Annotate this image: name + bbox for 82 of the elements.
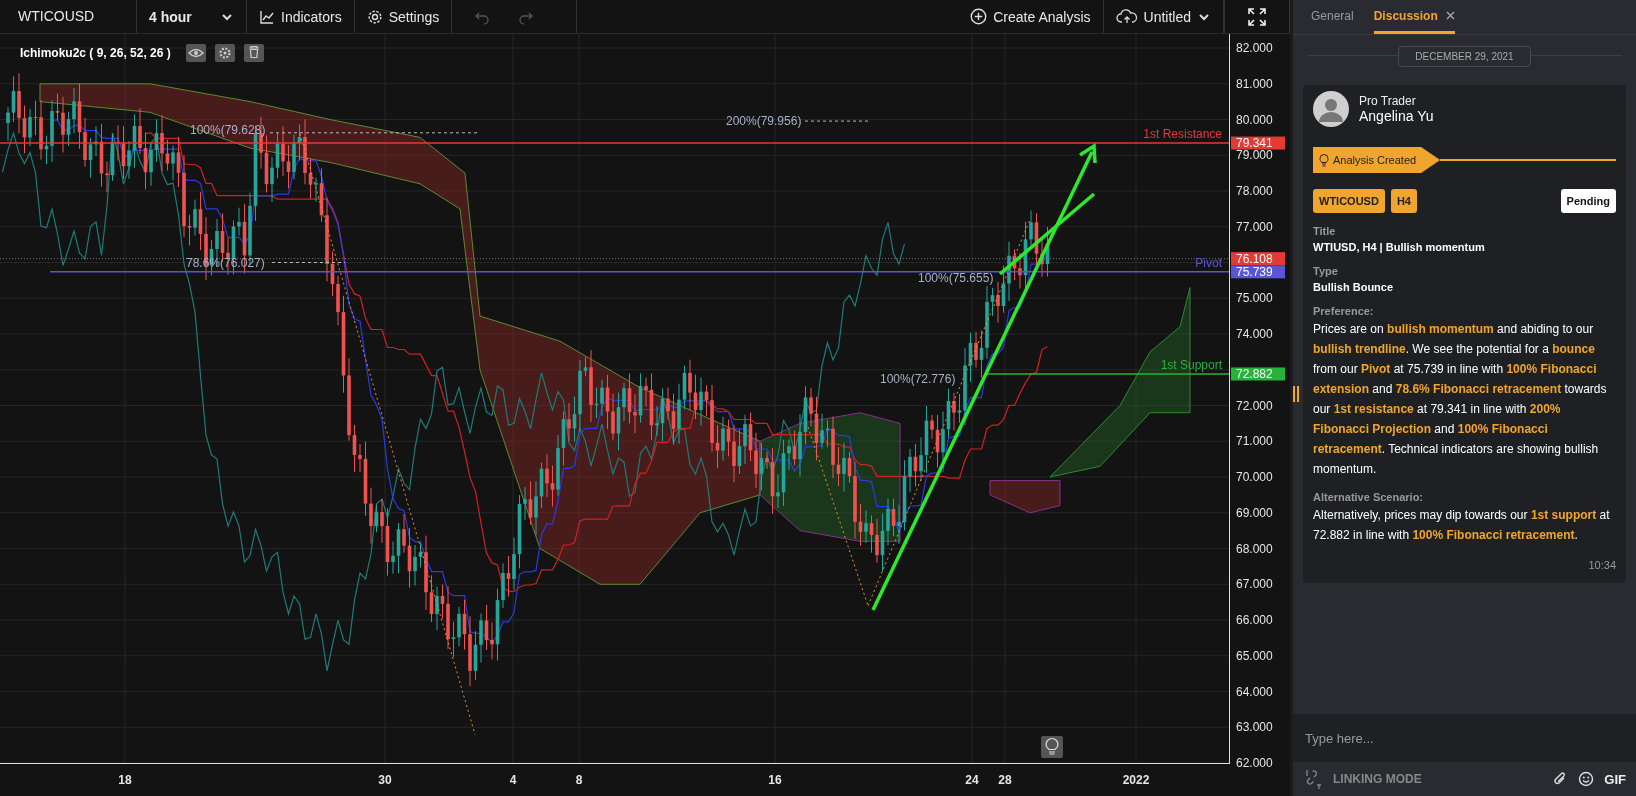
axis-label: 18: [118, 773, 132, 787]
message-time: 10:34: [1588, 559, 1616, 571]
emoji-icon[interactable]: [1578, 771, 1595, 787]
indicators-button[interactable]: Indicators: [247, 0, 355, 33]
field-label: Type: [1313, 265, 1339, 277]
eye-icon[interactable]: [186, 44, 206, 62]
axis-label: 78.000: [1236, 184, 1273, 198]
symbol-tag: WTICOUSD: [1313, 189, 1385, 213]
fibonacci-label: 100%(72.776): [880, 371, 956, 386]
axis-label: 8: [575, 773, 583, 787]
settings-icon: [366, 8, 383, 25]
level-label: 1st Support: [1160, 357, 1222, 372]
message-input[interactable]: Type here...: [1293, 714, 1636, 762]
lightbulb-icon: [1319, 153, 1329, 167]
settings-button[interactable]: Settings: [354, 0, 453, 33]
axis-label: 72.000: [1236, 398, 1273, 413]
axis-label: 79.000: [1236, 148, 1273, 163]
level-label: Pivot: [1195, 255, 1222, 270]
axis-label: 64.000: [1236, 684, 1273, 699]
axis-label: 62.000: [1236, 756, 1273, 770]
status-badge: Pending: [1560, 189, 1616, 213]
field-label: Title: [1313, 225, 1337, 237]
field-value: WTIUSD, H4 | Bullish momentum: [1313, 241, 1486, 253]
cloud-upload-icon: [1115, 8, 1138, 25]
axis-label: 30: [378, 773, 392, 787]
linking-mode-toggle[interactable]: LINKING MODE: [1333, 772, 1422, 786]
axis-label: 24: [965, 773, 979, 787]
level-label: 1st Resistance: [1143, 127, 1222, 142]
field-paragraph: Alternatively, prices may dip towards our 1st support at 72.882 in line with 100% Fibonacci retracement.: [1313, 507, 1611, 544]
panel-tab[interactable]: Discussion: [1373, 0, 1455, 34]
gif-button[interactable]: GIF: [1604, 771, 1626, 787]
field-label: Preference:: [1313, 305, 1375, 317]
axis-label: 71.000: [1236, 434, 1273, 449]
axis-label: 81.000: [1236, 76, 1273, 91]
event-banner: Analysis Created: [1313, 147, 1441, 173]
axis-label: 4: [509, 773, 517, 787]
resize-handle-icon[interactable]: [1293, 386, 1299, 402]
timeframe-dropdown[interactable]: 4 hour: [137, 0, 247, 33]
layout-dropdown[interactable]: Untitled: [1103, 0, 1224, 33]
axis-label: 66.000: [1236, 613, 1273, 627]
trash-icon[interactable]: [244, 44, 264, 62]
date-separator: DECEMBER 29, 2021: [1398, 46, 1531, 67]
price-badge: 72.882: [1231, 367, 1285, 382]
link-icon[interactable]: [1303, 768, 1323, 790]
fibonacci-label: 200%(79.956): [726, 113, 802, 128]
axis-label: 74.000: [1236, 327, 1273, 341]
axis-label: 63.000: [1236, 720, 1273, 735]
price-badge: 75.739: [1231, 265, 1285, 280]
axis-label: 82.000: [1236, 41, 1273, 55]
lightbulb-button[interactable]: [1041, 736, 1063, 758]
axis-label: 2022: [1122, 773, 1150, 787]
axis-label: 77.000: [1236, 219, 1273, 234]
author-role: Pro Trader: [1359, 94, 1417, 108]
author-name: Angelina Yu: [1359, 108, 1434, 124]
symbol-label[interactable]: WTICOUSD: [0, 0, 137, 33]
plus-circle-icon: [970, 8, 988, 25]
price-badge: 79.341: [1231, 136, 1285, 151]
symbol-tag: H4: [1390, 189, 1417, 213]
price-badge: 76.108: [1231, 251, 1285, 266]
dashed-level-line: [804, 120, 871, 122]
axis-label: 80.000: [1236, 112, 1273, 127]
fibonacci-label: 100%(75.655): [918, 271, 994, 286]
panel-tab[interactable]: General: [1311, 0, 1354, 34]
axis-label: 69.000: [1236, 505, 1273, 520]
fullscreen-icon: [1247, 6, 1267, 27]
ichimoku-cloud: [989, 480, 1061, 514]
line-chart-icon: [259, 8, 275, 25]
field-label: Alternative Scenario:: [1313, 491, 1425, 503]
field-paragraph: Prices are on bullish momentum and abiding to our bullish trendline. We see the potential for a bounce from our Pivot at 75.739 in line with 100% Fibonacci extension and 78.6% Fibonacci retracement towards our 1st resistance at 79.341 in line with 200% Fibonacci Projection and 100% Fibonacci retracement. Technical indicators are showing bullish momentum.: [1313, 321, 1608, 478]
axis-label: 28: [998, 773, 1012, 787]
field-value: Bullish Bounce: [1313, 281, 1395, 293]
indicator-legend: Ichimoku2c ( 9, 26, 52, 26 ): [20, 46, 171, 60]
axis-label: 65.000: [1236, 648, 1273, 663]
avatar-icon: [1313, 91, 1349, 127]
axis-label: 70.000: [1236, 470, 1273, 484]
create-analysis-button[interactable]: Create Analysis: [958, 0, 1104, 33]
axis-label: 68.000: [1236, 541, 1273, 556]
settings-icon[interactable]: [215, 44, 235, 62]
axis-label: 67.000: [1236, 577, 1273, 592]
axis-label: 75.000: [1236, 291, 1273, 306]
close-icon[interactable]: [1445, 11, 1455, 20]
axis-label: 16: [768, 773, 782, 787]
